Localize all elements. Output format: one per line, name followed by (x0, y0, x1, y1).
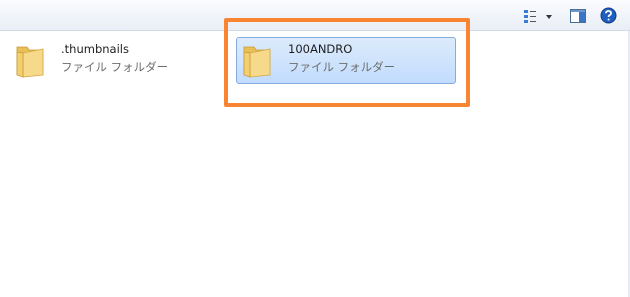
folder-type: ファイル フォルダー (61, 60, 169, 74)
folder-icon (16, 46, 44, 78)
folder-item-100andro[interactable]: 100ANDRO ファイル フォルダー (236, 37, 456, 84)
chevron-down-icon (546, 14, 552, 19)
preview-pane-button[interactable] (567, 5, 589, 26)
folder-name: .thumbnails (61, 42, 129, 56)
folder-icon (243, 46, 271, 78)
help-button[interactable] (597, 5, 619, 26)
change-view-icon (524, 9, 552, 23)
file-list-pane[interactable]: .thumbnails ファイル フォルダー 100ANDRO ファイル フォル… (0, 31, 630, 297)
change-view-button[interactable] (517, 5, 557, 26)
help-icon (600, 7, 616, 24)
folder-item-thumbnails[interactable]: .thumbnails ファイル フォルダー (9, 37, 223, 84)
folder-type: ファイル フォルダー (288, 60, 396, 74)
command-toolbar (0, 0, 630, 31)
folder-name: 100ANDRO (288, 42, 353, 56)
preview-pane-icon (570, 8, 586, 23)
